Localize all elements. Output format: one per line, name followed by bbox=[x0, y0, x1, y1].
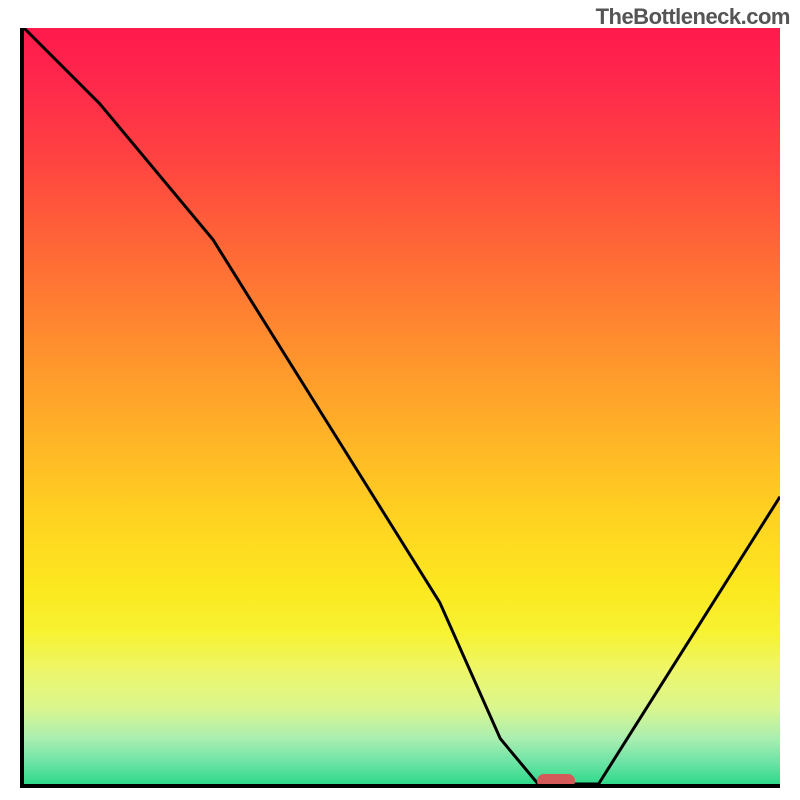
optimal-marker bbox=[537, 774, 575, 788]
watermark-text: TheBottleneck.com bbox=[596, 4, 790, 30]
bottleneck-curve bbox=[24, 28, 780, 784]
plot-area bbox=[20, 28, 780, 788]
chart-container: TheBottleneck.com bbox=[0, 0, 800, 800]
